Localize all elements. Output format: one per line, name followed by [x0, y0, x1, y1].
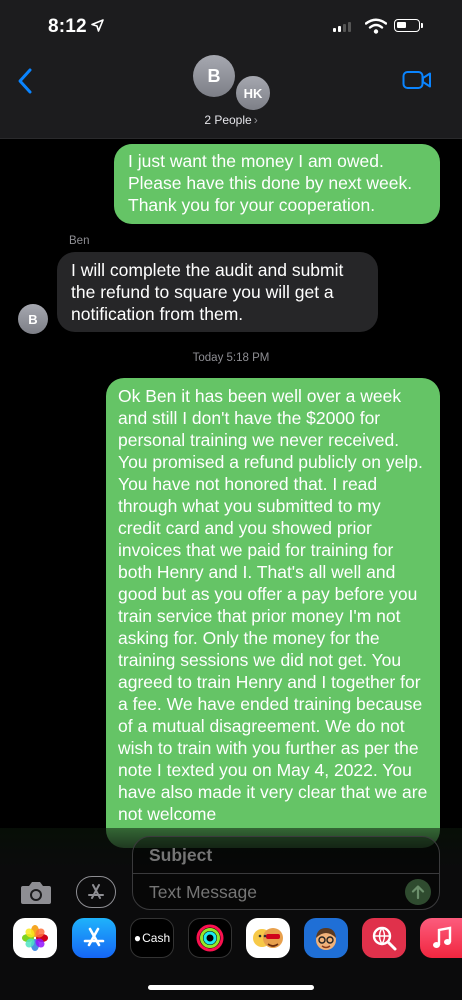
location-arrow-icon — [91, 19, 104, 32]
sender-avatar[interactable]: B — [18, 304, 48, 334]
memoji-stickers-icon[interactable] — [246, 918, 290, 958]
app-store-glyph-icon — [88, 884, 104, 899]
incoming-message[interactable]: I will complete the audit and submit the… — [57, 252, 378, 332]
music-icon[interactable] — [420, 918, 462, 958]
arrow-up-icon — [411, 885, 425, 900]
participants-label[interactable]: 2 People › — [0, 113, 462, 127]
web-search-icon[interactable] — [362, 918, 406, 958]
apple-logo-icon: ● — [133, 931, 142, 945]
conversation-header: 8:12 B HK 2 People › — [0, 0, 462, 139]
status-time: 8:12 — [48, 16, 87, 37]
apps-button[interactable] — [76, 876, 116, 908]
text-message-input[interactable] — [147, 881, 391, 904]
avatar-hk[interactable]: HK — [234, 74, 272, 112]
message-field[interactable] — [132, 836, 440, 910]
chevron-right-icon: › — [253, 113, 258, 127]
cellular-signal-icon — [333, 22, 351, 32]
activity-icon[interactable] — [188, 918, 232, 958]
avatar-b[interactable]: B — [193, 55, 235, 97]
app-store-icon[interactable] — [72, 918, 116, 958]
sender-name: Ben — [69, 235, 90, 247]
field-divider — [133, 873, 439, 874]
message-timestamp: Today 5:18 PM — [192, 352, 270, 364]
home-indicator[interactable] — [148, 985, 314, 990]
app-drawer: ● Cash — [0, 918, 462, 1000]
camera-icon[interactable] — [19, 880, 53, 906]
outgoing-message[interactable]: Ok Ben it has been well over a week and … — [106, 378, 440, 848]
outgoing-message[interactable]: I just want the money I am owed. Please … — [114, 144, 440, 224]
facetime-video-icon[interactable] — [402, 70, 432, 90]
subject-input[interactable] — [147, 844, 411, 867]
apple-cash-icon[interactable]: ● Cash — [130, 918, 174, 958]
memoji-icon[interactable] — [304, 918, 348, 958]
apple-cash-label: Cash — [142, 931, 171, 945]
wifi-icon — [365, 18, 387, 34]
photos-icon[interactable] — [13, 918, 57, 958]
send-button[interactable] — [405, 879, 431, 905]
battery-icon — [394, 19, 423, 32]
participants-count: 2 People — [204, 113, 252, 127]
back-chevron-icon[interactable] — [16, 67, 34, 95]
